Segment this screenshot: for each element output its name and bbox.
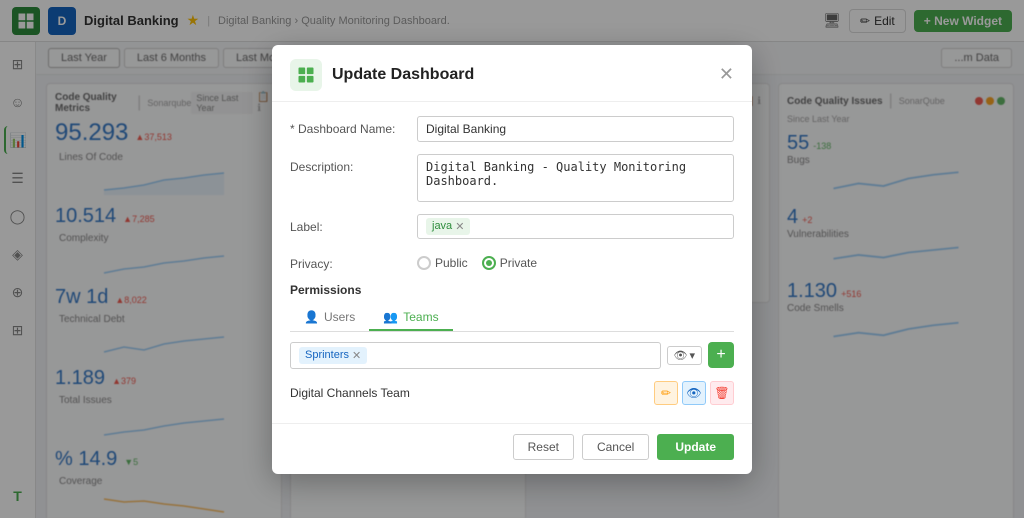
digital-channels-team-row: Digital Channels Team ✏ 👁 🗑 bbox=[290, 377, 734, 409]
eye-button[interactable]: 👁 ▾ bbox=[667, 346, 703, 365]
java-tag: java ✕ bbox=[426, 218, 470, 235]
label-tag-input[interactable]: java ✕ bbox=[417, 214, 734, 239]
modal-footer: Reset Cancel Update bbox=[272, 423, 752, 474]
team-input-row: Sprinters ✕ 👁 ▾ + bbox=[290, 342, 734, 369]
modal-header-left: Update Dashboard bbox=[290, 59, 474, 91]
public-radio[interactable] bbox=[417, 256, 431, 270]
privacy-radio-group: Public Private bbox=[417, 251, 537, 270]
description-textarea[interactable]: Digital Banking - Quality Monitoring Das… bbox=[417, 154, 734, 202]
modal-title: Update Dashboard bbox=[332, 66, 474, 84]
team-tag-input[interactable]: Sprinters ✕ bbox=[290, 342, 661, 369]
modal-overlay[interactable]: Update Dashboard ✕ * Dashboard Name: Des… bbox=[0, 0, 1024, 518]
update-button[interactable]: Update bbox=[657, 434, 734, 460]
dashboard-name-input[interactable] bbox=[417, 116, 734, 142]
reset-button[interactable]: Reset bbox=[513, 434, 574, 460]
modal-icon bbox=[290, 59, 322, 91]
teams-tab[interactable]: 👥 Teams bbox=[369, 305, 452, 331]
modal-header: Update Dashboard ✕ bbox=[272, 45, 752, 102]
view-team-button[interactable]: 👁 bbox=[682, 381, 706, 405]
eye-icon: 👁 bbox=[674, 349, 688, 362]
label-row: Label: java ✕ bbox=[290, 214, 734, 239]
permissions-tabs: 👤 Users 👥 Teams bbox=[290, 305, 734, 332]
eye-chevron: ▾ bbox=[689, 349, 695, 362]
delete-team-button[interactable]: 🗑 bbox=[710, 381, 734, 405]
privacy-row: Privacy: Public Private bbox=[290, 251, 734, 271]
teams-tab-icon: 👥 bbox=[383, 310, 398, 324]
description-row: Description: Digital Banking - Quality M… bbox=[290, 154, 734, 202]
sprinters-tag-close[interactable]: ✕ bbox=[352, 349, 361, 362]
dashboard-name-row: * Dashboard Name: bbox=[290, 116, 734, 142]
permissions-section: Permissions 👤 Users 👥 Teams Spr bbox=[290, 283, 734, 409]
sprinters-tag: Sprinters ✕ bbox=[299, 347, 367, 364]
modal-close-button[interactable]: ✕ bbox=[719, 64, 734, 85]
private-radio[interactable] bbox=[482, 256, 496, 270]
permissions-label: Permissions bbox=[290, 283, 734, 297]
digital-channels-team-name: Digital Channels Team bbox=[290, 386, 410, 400]
privacy-public-option[interactable]: Public bbox=[417, 256, 468, 270]
update-dashboard-modal: Update Dashboard ✕ * Dashboard Name: Des… bbox=[272, 45, 752, 474]
privacy-private-option[interactable]: Private bbox=[482, 256, 537, 270]
cancel-button[interactable]: Cancel bbox=[582, 434, 649, 460]
team-actions: ✏ 👁 🗑 bbox=[654, 381, 734, 405]
edit-team-button[interactable]: ✏ bbox=[654, 381, 678, 405]
users-tab[interactable]: 👤 Users bbox=[290, 305, 369, 331]
dashboard-name-label: * Dashboard Name: bbox=[290, 116, 405, 136]
add-team-button[interactable]: + bbox=[708, 342, 734, 368]
users-tab-icon: 👤 bbox=[304, 310, 319, 324]
modal-body: * Dashboard Name: Description: Digital B… bbox=[272, 102, 752, 423]
label-label: Label: bbox=[290, 214, 405, 234]
java-tag-close[interactable]: ✕ bbox=[455, 220, 464, 233]
description-label: Description: bbox=[290, 154, 405, 174]
privacy-label: Privacy: bbox=[290, 251, 405, 271]
